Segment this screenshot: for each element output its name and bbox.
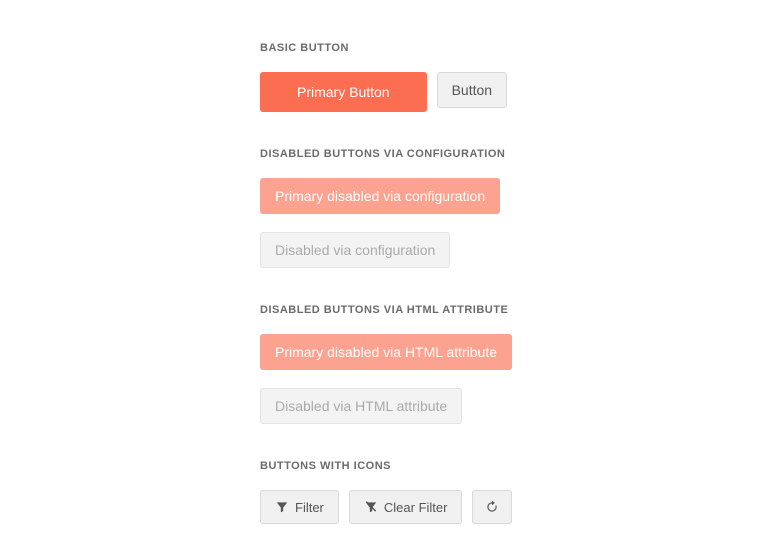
filter-button[interactable]: Filter bbox=[260, 490, 339, 524]
button-row-basic: Primary Button Button bbox=[260, 72, 770, 112]
section-disabled-config: DISABLED BUTTONS VIA CONFIGURATION Prima… bbox=[260, 148, 770, 268]
funnel-clear-icon bbox=[364, 500, 378, 514]
heading-disabled-html: DISABLED BUTTONS VIA HTML ATTRIBUTE bbox=[260, 304, 770, 316]
heading-basic-button: BASIC BUTTON bbox=[260, 42, 770, 54]
clear-filter-button[interactable]: Clear Filter bbox=[349, 490, 463, 524]
section-disabled-html: DISABLED BUTTONS VIA HTML ATTRIBUTE Prim… bbox=[260, 304, 770, 424]
primary-button[interactable]: Primary Button bbox=[260, 72, 427, 112]
section-basic-button: BASIC BUTTON Primary Button Button bbox=[260, 42, 770, 112]
button-col-disabled-config: Primary disabled via configuration Disab… bbox=[260, 178, 770, 268]
primary-disabled-config-button: Primary disabled via configuration bbox=[260, 178, 500, 214]
funnel-icon bbox=[275, 500, 289, 514]
default-button[interactable]: Button bbox=[437, 72, 507, 108]
heading-disabled-config: DISABLED BUTTONS VIA CONFIGURATION bbox=[260, 148, 770, 160]
refresh-button[interactable] bbox=[472, 490, 512, 524]
heading-buttons-with-icons: BUTTONS WITH ICONS bbox=[260, 460, 770, 472]
button-col-disabled-html: Primary disabled via HTML attribute Disa… bbox=[260, 334, 770, 424]
default-disabled-config-button: Disabled via configuration bbox=[260, 232, 450, 268]
button-row-icons: Filter Clear Filter bbox=[260, 490, 770, 524]
default-disabled-html-button: Disabled via HTML attribute bbox=[260, 388, 462, 424]
refresh-icon bbox=[485, 500, 499, 514]
primary-disabled-html-button: Primary disabled via HTML attribute bbox=[260, 334, 512, 370]
filter-button-label: Filter bbox=[295, 501, 324, 514]
section-buttons-with-icons: BUTTONS WITH ICONS Filter Clear Filter bbox=[260, 460, 770, 524]
clear-filter-button-label: Clear Filter bbox=[384, 501, 448, 514]
